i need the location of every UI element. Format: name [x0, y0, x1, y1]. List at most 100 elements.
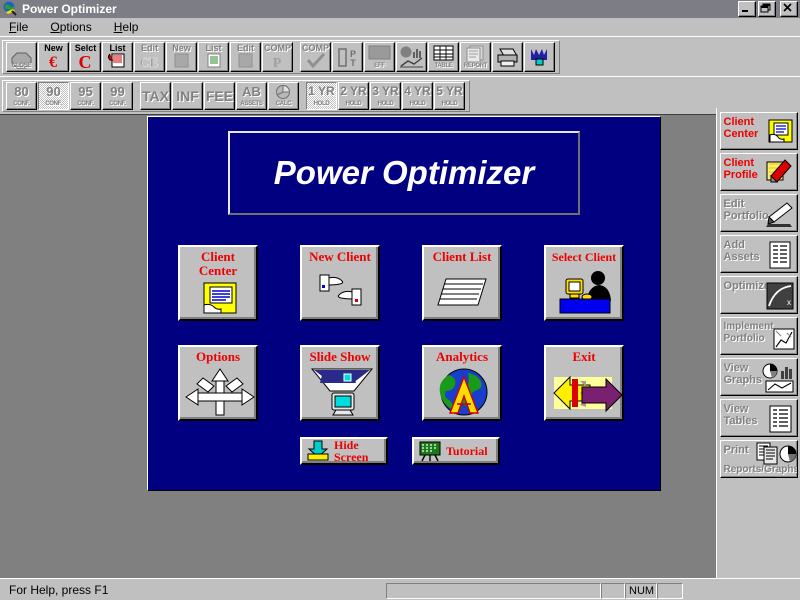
toolbar-button-hold-4yr[interactable]: 4 YR HOLD: [402, 81, 433, 110]
toolbar-button-select-client[interactable]: Selct C: [70, 41, 101, 72]
yellow-folder-monitor-icon: [180, 281, 256, 315]
button-label: Exit: [546, 350, 622, 364]
sidebar-item-view-tables[interactable]: View Tables: [719, 399, 798, 437]
status-help-label: For Help, press F1: [9, 582, 109, 597]
main-button-client-list[interactable]: Client List: [422, 245, 502, 321]
checkmark-icon: [301, 52, 330, 68]
toolbar-sublabel: HOLD: [345, 100, 362, 107]
main-button-client-center[interactable]: Client Center: [178, 245, 258, 321]
toolbar-button-confidence-95[interactable]: 95 CONF.: [70, 81, 101, 110]
toolbar-sublabel: HOLD: [313, 100, 330, 107]
button-label: Hide Screen: [334, 439, 368, 463]
sidebar-item-label: View Tables: [724, 403, 758, 427]
toolbar-button-reports[interactable]: REPORT: [460, 41, 491, 72]
sidebar-item-print-reports[interactable]: Print Reports/Graphs: [719, 440, 798, 478]
toolbar-button-confidence-99[interactable]: 99 CONF.: [102, 81, 133, 110]
button-label-line1: Analytics: [436, 349, 488, 364]
menu-item-help[interactable]: Help: [111, 19, 142, 35]
sidebar-label-line2: Tables: [723, 415, 758, 427]
button-label-line1: Client List: [432, 249, 492, 264]
right-sidebar: Client Center Client Profile Edit Portfo…: [716, 108, 800, 578]
main-button-new-client[interactable]: New Client: [300, 245, 380, 321]
sidebar-label-line1: Implement: [723, 321, 774, 332]
sidebar-item-view-graphs[interactable]: View Graphs: [719, 358, 798, 396]
status-help-text: For Help, press F1: [6, 583, 386, 599]
toolbar-button-tutorial-blue[interactable]: [524, 41, 555, 72]
button-label-line1: Slide Show: [309, 349, 371, 364]
toolbar-button-hold-2yr[interactable]: 2 YR HOLD: [338, 81, 369, 110]
sidebar-item-client-center[interactable]: Client Center: [719, 112, 798, 150]
toolbar-button-client-list[interactable]: List: [102, 41, 133, 72]
status-panel-num: NUM: [625, 582, 657, 599]
sidebar-item-label: Client Profile: [724, 157, 758, 181]
toolbar-label: 99: [110, 83, 125, 99]
main-button-slide-show[interactable]: Slide Show: [300, 345, 380, 421]
toolbar-sublabel: CONF.: [77, 100, 94, 107]
toolbar-label: 80: [14, 83, 29, 99]
report-icon: [461, 45, 490, 64]
toolbar-button-edit-client-ce[interactable]: Edit CE: [134, 41, 165, 72]
pie-bar-chart-icon: [397, 45, 426, 69]
minimize-button[interactable]: [738, 1, 756, 17]
toolbar-button-inflation[interactable]: INF: [172, 81, 203, 110]
app-banner: Power Optimizer: [228, 131, 580, 215]
restore-button[interactable]: [758, 1, 776, 17]
toolbar-label: 95: [78, 83, 93, 99]
toolbar-button-edit-portfolio[interactable]: Edit: [230, 41, 261, 72]
sidebar-item-add-assets[interactable]: Add Assets: [719, 235, 798, 273]
curve-graph-icon: x: [765, 281, 795, 311]
toolbar-button-close-client[interactable]: CLOSE: [6, 41, 37, 72]
charts-icon: [762, 363, 796, 393]
svg-text:x: x: [787, 298, 791, 307]
toolbar-sublabel: CONF.: [45, 100, 62, 107]
toolbar-button-new-portfolio[interactable]: New: [166, 41, 197, 72]
toolbar-button-hold-3yr[interactable]: 3 YR HOLD: [370, 81, 401, 110]
close-button[interactable]: [780, 1, 798, 17]
main-button-select-client[interactable]: Select Client: [544, 245, 624, 321]
toolbar-button-assets-ab[interactable]: AB ASSETS: [236, 81, 267, 110]
scatter-chart-icon: [773, 328, 795, 354]
toolbar-label: 2 YR: [340, 83, 367, 98]
red-c-icon: C: [71, 52, 100, 69]
menu-item-options[interactable]: Options: [47, 19, 94, 35]
button-label: Tutorial: [446, 445, 488, 457]
toolbar-button-optimize-opt[interactable]: P T: [332, 41, 363, 72]
sidebar-item-sublabel: Reports/Graphs: [723, 464, 798, 475]
document-icon: [167, 52, 196, 67]
toolbar-button-tax[interactable]: TAX: [140, 81, 171, 110]
toolbar-button-confidence-80[interactable]: 80 CONF.: [6, 81, 37, 110]
toolbar-button-list-portfolio[interactable]: List: [198, 41, 229, 72]
toolbar-button-fees[interactable]: FEE: [204, 81, 235, 110]
button-label-line1: New Client: [309, 249, 371, 264]
main-button-hide-screen[interactable]: Hide Screen: [300, 437, 388, 465]
sidebar-item-implement-portfolio[interactable]: Implement Portfolio: [719, 317, 798, 355]
main-button-analytics[interactable]: Analytics: [422, 345, 502, 421]
main-button-tutorial[interactable]: Tutorial: [412, 437, 500, 465]
toolbar-label: EFF: [374, 62, 385, 69]
toolbar-button-calc[interactable]: CALC: [268, 81, 299, 110]
toolbar-button-print[interactable]: [492, 41, 523, 72]
pie-chart-icon: [269, 84, 298, 101]
toolbar-label: TAX: [142, 87, 169, 104]
toolbar-button-new-client-euro[interactable]: New €: [38, 41, 69, 72]
button-label-line2: Center: [198, 263, 238, 278]
toolbar-button-hold-5yr[interactable]: 5 YR HOLD: [434, 81, 465, 110]
toolbar-button-hold-1yr[interactable]: 1 YR HOLD: [306, 81, 337, 110]
sidebar-item-edit-portfolio[interactable]: Edit Portfolio: [719, 194, 798, 232]
toolbar-button-efficient-frontier[interactable]: EFF: [364, 41, 395, 72]
toolbar-button-comp-check[interactable]: COMP: [300, 41, 331, 72]
sidebar-item-optimize[interactable]: Optimize x: [719, 276, 798, 314]
toolbar-sublabel: CONF.: [13, 100, 30, 107]
toolbar-sublabel: HOLD: [377, 100, 394, 107]
sidebar-item-client-profile[interactable]: Client Profile: [719, 153, 798, 191]
menu-item-file[interactable]: File: [6, 19, 31, 35]
main-button-options[interactable]: Options: [178, 345, 258, 421]
toolbar-button-view-tables[interactable]: TABLE: [428, 41, 459, 72]
toolbar-button-comp-p[interactable]: COMP P: [262, 41, 293, 72]
chalkboard-icon: [418, 440, 442, 462]
pencil-paper-icon: [765, 199, 795, 229]
sidebar-item-label: Client Center: [724, 116, 759, 140]
main-button-exit[interactable]: Exit: [544, 345, 624, 421]
toolbar-button-confidence-90[interactable]: 90 CONF.: [38, 81, 69, 110]
toolbar-button-view-graphs[interactable]: [396, 41, 427, 72]
